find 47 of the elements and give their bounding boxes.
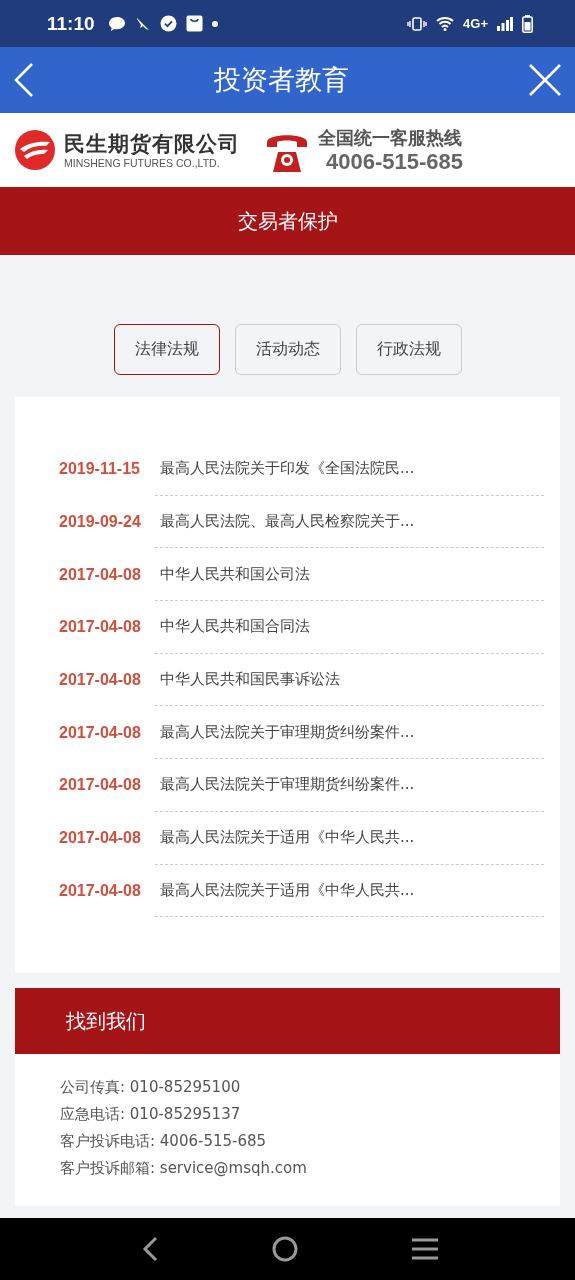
logo-icon	[14, 129, 56, 171]
battery-icon	[522, 14, 533, 33]
article-link[interactable]: 最高人民法院关于审理期货纠纷案件...	[155, 706, 544, 760]
article-link[interactable]: 中华人民共和国公司法	[155, 548, 544, 602]
company-name-english: MINSHENG FUTURES CO.,LTD.	[64, 156, 221, 170]
check-circle-icon	[159, 15, 177, 32]
article-date: 2017-04-08	[59, 617, 142, 638]
contact-info: 公司传真: 010-85295100	[60, 1077, 242, 1098]
page-title: 投资者教育	[214, 63, 349, 97]
shopping-bag-icon	[185, 15, 203, 32]
network-type: 4G+	[463, 16, 488, 31]
hotline-label: 全国统一客服热线	[318, 126, 463, 150]
wifi-icon	[436, 16, 455, 31]
article-date: 2017-04-08	[59, 564, 142, 585]
contact-title: 找到我们	[66, 1007, 146, 1035]
signal-icon	[497, 16, 513, 31]
category-tab[interactable]: 活动动态	[234, 324, 341, 375]
article-date: 2019-11-15	[59, 459, 141, 480]
category-tab[interactable]: 行政法规	[355, 324, 462, 375]
article-date: 2017-04-08	[59, 722, 142, 743]
status-time: 11:10	[47, 12, 95, 35]
article-link[interactable]: 最高人民法院、最高人民检察院关于...	[155, 495, 544, 549]
back-icon[interactable]	[142, 1236, 158, 1262]
hotline-number: 4006-515-685	[325, 150, 463, 174]
article-link[interactable]: 最高人民法院关于审理期货纠纷案件...	[155, 759, 544, 812]
article-link[interactable]: 最高人民法院关于印发《全国法院民...	[155, 443, 544, 496]
article-date: 2017-04-08	[59, 828, 142, 849]
contact-info: 应急电话: 010-85295137	[60, 1104, 242, 1125]
article-date: 2017-04-08	[59, 670, 142, 691]
contact-info: 客户投诉邮箱: service@msqh.com	[60, 1158, 308, 1179]
close-icon[interactable]	[529, 64, 561, 96]
category-tab[interactable]: 法律法规	[113, 324, 220, 375]
article-link[interactable]: 中华人民共和国合同法	[155, 601, 544, 654]
menu-icon[interactable]	[412, 1238, 438, 1260]
dot-icon	[211, 20, 218, 27]
article-date: 2019-09-24	[59, 512, 142, 533]
article-link[interactable]: 最高人民法院关于适用《中华人民共...	[155, 864, 544, 918]
vibrate-icon	[407, 16, 428, 31]
article-link[interactable]: 中华人民共和国民事诉讼法	[155, 653, 544, 707]
home-icon[interactable]	[272, 1236, 298, 1262]
article-date: 2017-04-08	[59, 880, 142, 901]
contact-info: 客户投诉电话: 4006-515-685	[60, 1131, 268, 1152]
chat-bubble-icon	[107, 15, 126, 32]
section-title: 交易者保护	[237, 207, 338, 235]
article-date: 2017-04-08	[59, 775, 142, 796]
article-link[interactable]: 最高人民法院关于适用《中华人民共...	[155, 811, 544, 865]
company-name: 民生期货有限公司	[64, 130, 240, 157]
